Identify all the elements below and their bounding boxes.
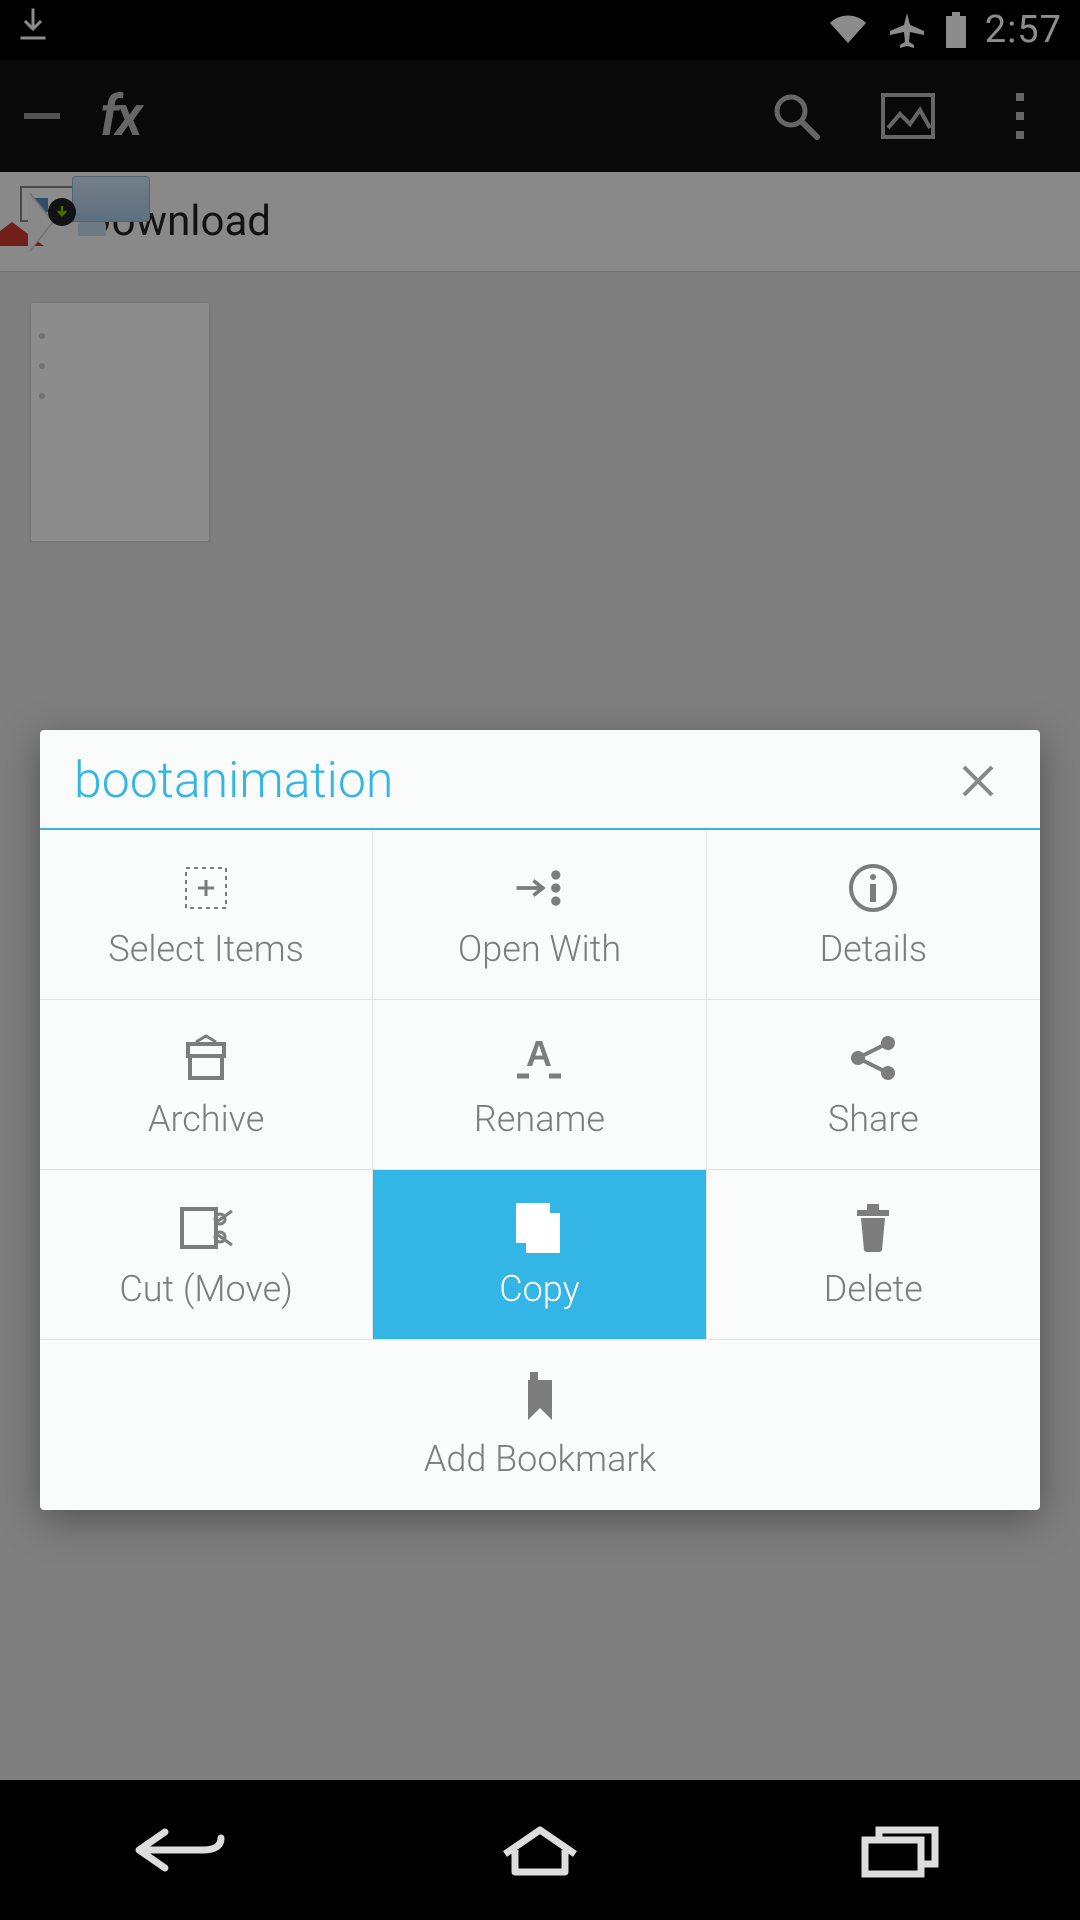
dialog-close-button[interactable] [950, 753, 1006, 809]
action-select-items[interactable]: Select Items [40, 830, 373, 1000]
context-menu-dialog: bootanimation Select Items Open With [40, 730, 1040, 1510]
home-nav-icon [495, 1820, 585, 1880]
share-icon [845, 1030, 901, 1086]
action-open-with-label: Open With [458, 928, 621, 970]
select-items-icon [178, 860, 234, 916]
copy-icon [511, 1200, 567, 1256]
rename-icon: A [511, 1030, 567, 1086]
archive-icon [178, 1030, 234, 1086]
action-delete-label: Delete [824, 1268, 923, 1310]
dialog-header: bootanimation [40, 730, 1040, 830]
details-icon [845, 860, 901, 916]
open-with-icon [511, 860, 567, 916]
dialog-title: bootanimation [74, 752, 393, 810]
action-copy[interactable]: Copy [373, 1170, 706, 1340]
nav-recents-button[interactable] [825, 1810, 975, 1890]
nav-home-button[interactable] [465, 1810, 615, 1890]
bookmark-icon [512, 1370, 568, 1426]
action-open-with[interactable]: Open With [373, 830, 706, 1000]
recents-icon [855, 1820, 945, 1880]
action-cut-label: Cut (Move) [119, 1268, 293, 1310]
action-copy-label: Copy [499, 1268, 579, 1310]
delete-icon [845, 1200, 901, 1256]
navigation-bar [0, 1780, 1080, 1920]
cut-icon [178, 1200, 234, 1256]
action-details[interactable]: Details [707, 830, 1040, 1000]
nav-back-button[interactable] [105, 1810, 255, 1890]
action-share-label: Share [828, 1098, 919, 1140]
action-select-items-label: Select Items [108, 928, 304, 970]
action-archive-label: Archive [148, 1098, 264, 1140]
action-details-label: Details [820, 928, 928, 970]
action-archive[interactable]: Archive [40, 1000, 373, 1170]
action-delete[interactable]: Delete [707, 1170, 1040, 1340]
back-icon [125, 1820, 235, 1880]
action-cut[interactable]: Cut (Move) [40, 1170, 373, 1340]
action-add-bookmark-label: Add Bookmark [424, 1438, 656, 1480]
action-rename[interactable]: A Rename [373, 1000, 706, 1170]
action-add-bookmark[interactable]: Add Bookmark [40, 1340, 1040, 1510]
close-icon [958, 761, 998, 801]
action-rename-label: Rename [474, 1098, 605, 1140]
action-share[interactable]: Share [707, 1000, 1040, 1170]
phone-screen: 2:57 fx Download [0, 0, 1080, 1920]
svg-text:A: A [526, 1033, 552, 1074]
